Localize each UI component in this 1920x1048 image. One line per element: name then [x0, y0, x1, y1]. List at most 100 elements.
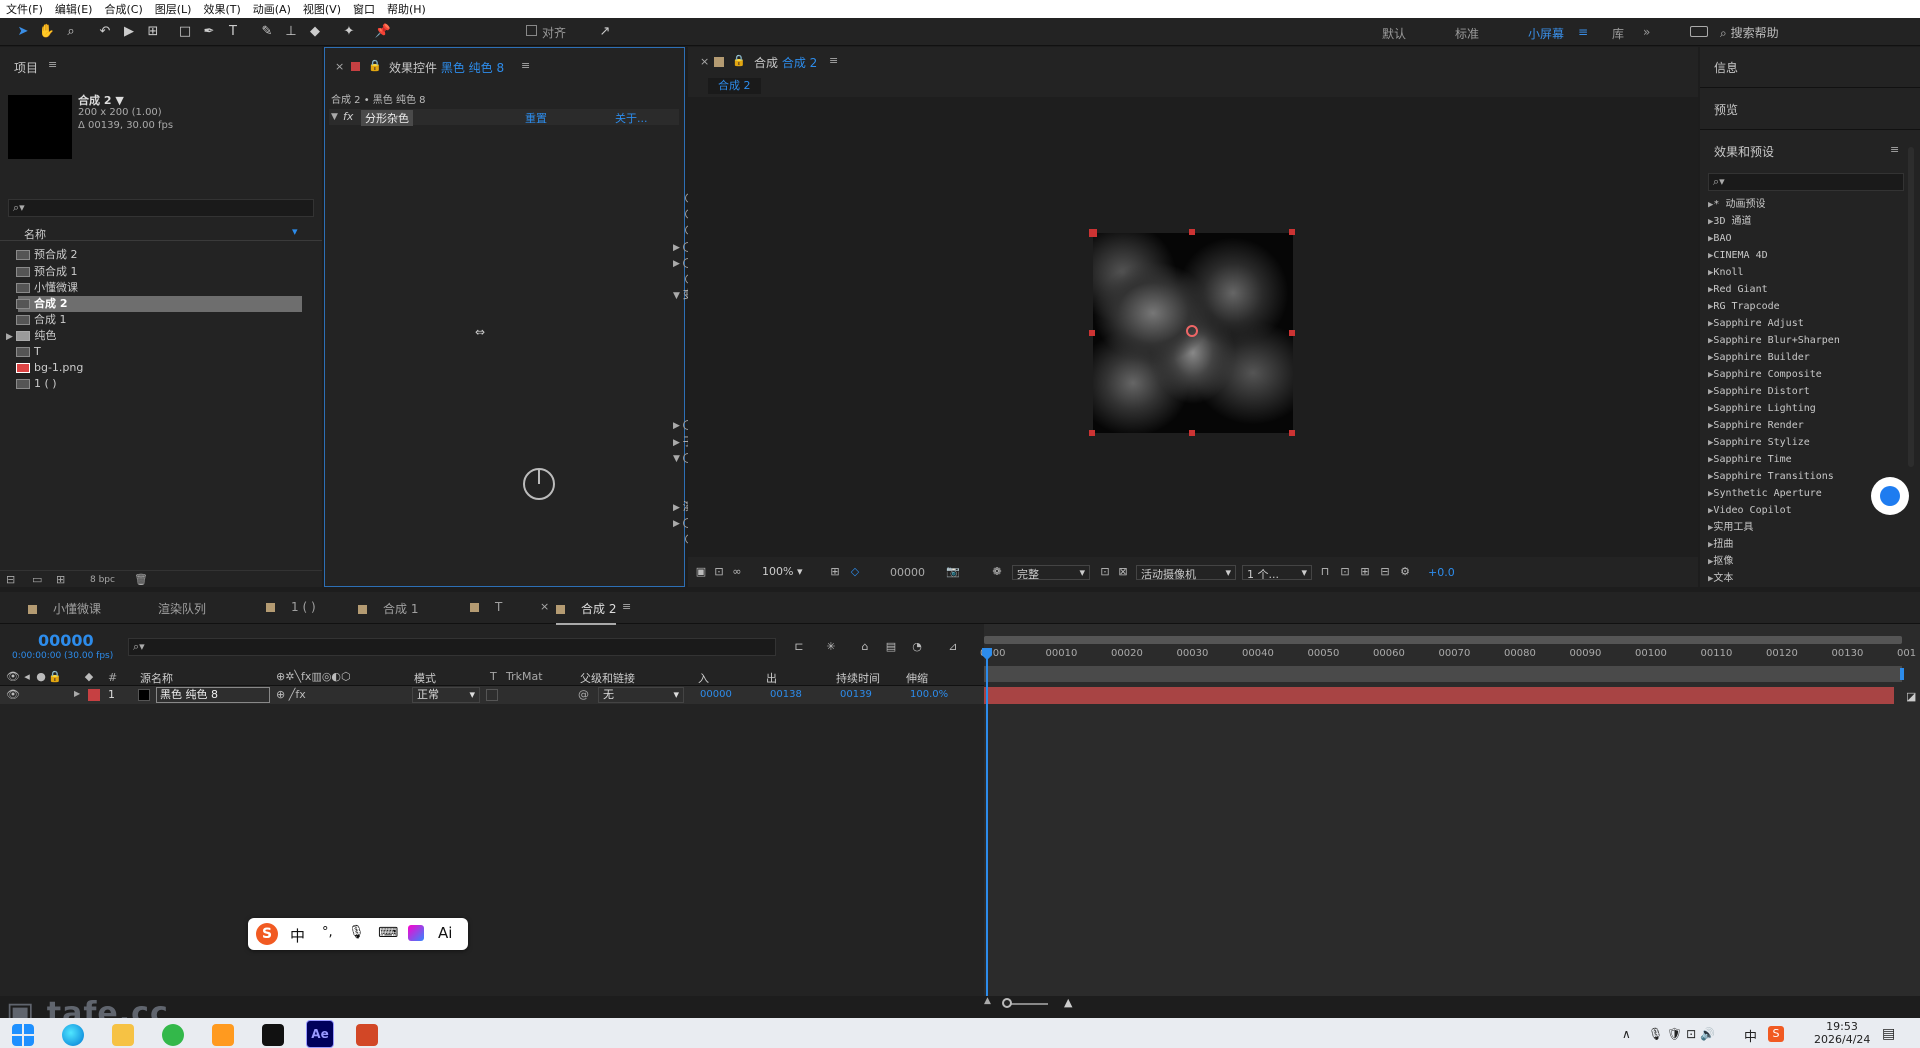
effect-category[interactable]: ▶Sapphire Builder: [1708, 350, 1810, 366]
effects-menu-icon[interactable]: ≡: [1890, 143, 1899, 156]
align-checkbox[interactable]: [526, 25, 537, 36]
app-icon[interactable]: [356, 1024, 378, 1046]
out-header[interactable]: 出: [766, 670, 777, 686]
effect-category[interactable]: ▶扭曲: [1708, 537, 1733, 553]
zoom-out-icon[interactable]: ▲: [984, 996, 991, 1006]
monitor-out-icon[interactable]: ⊡: [712, 565, 726, 579]
expand-arrow-icon[interactable]: ▶: [673, 243, 683, 253]
parent-dropdown[interactable]: 无 ▾: [598, 687, 684, 703]
rotate-tool-icon[interactable]: ↶: [96, 23, 114, 41]
snap-icon[interactable]: ↗: [596, 23, 614, 41]
work-area-bar[interactable]: [984, 636, 1902, 644]
project-item-selected[interactable]: 合成 2: [16, 296, 67, 312]
project-item[interactable]: 小懂微课: [16, 280, 78, 296]
effect-category[interactable]: ▶RG Trapcode: [1708, 299, 1780, 315]
handle-bottom[interactable]: [1189, 430, 1195, 436]
effect-category[interactable]: ▶Sapphire Time: [1708, 452, 1792, 468]
handle-bottom-left[interactable]: [1089, 430, 1095, 436]
effects-scrollbar[interactable]: [1908, 147, 1914, 467]
workspace-overflow-icon[interactable]: »: [1643, 25, 1650, 39]
label-icon[interactable]: ◆: [82, 670, 96, 684]
handle-left[interactable]: [1089, 330, 1095, 336]
effect-category[interactable]: ▶Synthetic Aperture: [1708, 486, 1822, 502]
exposure-icon[interactable]: ⚙: [1398, 565, 1412, 579]
menu-view[interactable]: 视图(V): [297, 1, 347, 17]
monitor-icon[interactable]: [1690, 26, 1708, 37]
color-channels-icon[interactable]: ❁: [990, 565, 1004, 579]
expand-arrow-icon[interactable]: ▶: [673, 421, 683, 431]
effect-category[interactable]: ▶Sapphire Adjust: [1708, 316, 1804, 332]
always-preview-icon[interactable]: ▣: [694, 565, 708, 579]
pickwhip-icon[interactable]: @: [578, 688, 589, 701]
region-of-interest-icon[interactable]: ⊡: [1098, 565, 1112, 579]
start-icon[interactable]: [12, 1024, 34, 1046]
effect-category[interactable]: ▶BAO: [1708, 231, 1731, 247]
timeline-tab[interactable]: 1 ( ): [266, 600, 316, 614]
bpc-label[interactable]: 8 bpc: [90, 575, 115, 585]
about-link[interactable]: 关于...: [615, 110, 648, 126]
current-timecode[interactable]: 00000: [38, 631, 94, 650]
ime-voice-icon[interactable]: 🎙: [348, 925, 365, 940]
tray-sogou-icon[interactable]: S: [1768, 1026, 1784, 1042]
layer-out-point[interactable]: 00138: [770, 689, 802, 700]
ime-punctuation-icon[interactable]: °,: [322, 925, 333, 940]
video-toggle-icon[interactable]: 👁: [6, 670, 20, 684]
clock[interactable]: 19:53 2026/4/24: [1814, 1020, 1870, 1046]
evolution-dial[interactable]: [523, 468, 555, 500]
edge-icon[interactable]: [62, 1024, 84, 1046]
timeline-tab[interactable]: 小懂微课: [28, 600, 101, 617]
sogou-logo-icon[interactable]: S: [256, 923, 278, 945]
resolution-dropdown[interactable]: 完整 ▾: [1012, 565, 1090, 581]
layer-name[interactable]: 黑色 纯色 8: [156, 687, 270, 703]
project-item[interactable]: 预合成 1: [16, 264, 78, 280]
sort-arrow-icon[interactable]: ▾: [292, 225, 298, 238]
in-header[interactable]: 入: [698, 670, 709, 686]
mask-visibility-icon[interactable]: ◇: [848, 565, 862, 579]
effect-category[interactable]: ▶Sapphire Lighting: [1708, 401, 1816, 417]
timeline-tab[interactable]: 合成 1: [358, 600, 418, 617]
effect-category[interactable]: ▶Sapphire Composite: [1708, 367, 1822, 383]
puppet-tool-icon[interactable]: 📌: [374, 23, 392, 41]
layer-visibility-icon[interactable]: 👁: [6, 688, 20, 702]
selection-tool-icon[interactable]: ➤: [14, 23, 32, 41]
reset-exposure-icon[interactable]: ⊡: [1338, 565, 1352, 579]
effect-category[interactable]: ▶Sapphire Stylize: [1708, 435, 1810, 451]
source-name-header[interactable]: 源名称: [140, 670, 173, 686]
handle-right[interactable]: [1289, 330, 1295, 336]
fx-toggle-icon[interactable]: fx: [343, 110, 353, 123]
viewer-timecode[interactable]: 00000: [890, 566, 925, 579]
duration-header[interactable]: 持续时间: [836, 670, 880, 686]
menu-layer[interactable]: 图层(L): [149, 1, 198, 17]
file-explorer-icon[interactable]: [112, 1024, 134, 1046]
timeline-menu-icon[interactable]: ≡: [622, 600, 631, 613]
media-player-icon[interactable]: [262, 1024, 284, 1046]
timeline-tab-active[interactable]: 合成 2: [556, 600, 617, 625]
expand-arrow-icon[interactable]: ▶: [673, 503, 683, 513]
reset-link[interactable]: 重置: [525, 110, 547, 126]
effects-search-input[interactable]: ⌕▾: [1708, 173, 1904, 191]
flowchart-icon[interactable]: ⊞: [1358, 565, 1372, 579]
menu-animation[interactable]: 动画(A): [247, 1, 297, 17]
menu-edit[interactable]: 编辑(E): [49, 1, 99, 17]
copilot-floating-button[interactable]: [1871, 477, 1909, 515]
menu-effect[interactable]: 效果(T): [197, 1, 246, 17]
menu-window[interactable]: 窗口: [347, 1, 381, 17]
vr-icon[interactable]: ∞: [730, 565, 744, 579]
timeline-tab[interactable]: T: [470, 600, 502, 614]
pan-behind-tool-icon[interactable]: ⊞: [144, 23, 162, 41]
project-item[interactable]: 合成 1: [16, 312, 67, 328]
effect-category[interactable]: ▶Sapphire Blur+Sharpen: [1708, 333, 1840, 349]
delete-icon[interactable]: 🗑: [134, 573, 148, 586]
tray-ime-indicator[interactable]: 中: [1744, 1026, 1757, 1045]
expand-arrow-icon[interactable]: ▶: [673, 259, 683, 269]
after-effects-icon[interactable]: Ae: [306, 1020, 334, 1048]
rectangle-tool-icon[interactable]: □: [176, 23, 194, 41]
effect-category[interactable]: ▶抠像: [1708, 554, 1733, 570]
effect-category[interactable]: ▶Red Giant: [1708, 282, 1768, 298]
effect-category[interactable]: ▶文本: [1708, 571, 1733, 587]
zoom-tool-icon[interactable]: ⌕: [62, 23, 80, 41]
parent-header[interactable]: 父级和链接: [580, 670, 635, 686]
ime-keyboard-icon[interactable]: ⌨: [378, 925, 398, 941]
effect-category[interactable]: ▶Sapphire Distort: [1708, 384, 1810, 400]
draft-3d-icon[interactable]: ✳: [824, 640, 838, 654]
